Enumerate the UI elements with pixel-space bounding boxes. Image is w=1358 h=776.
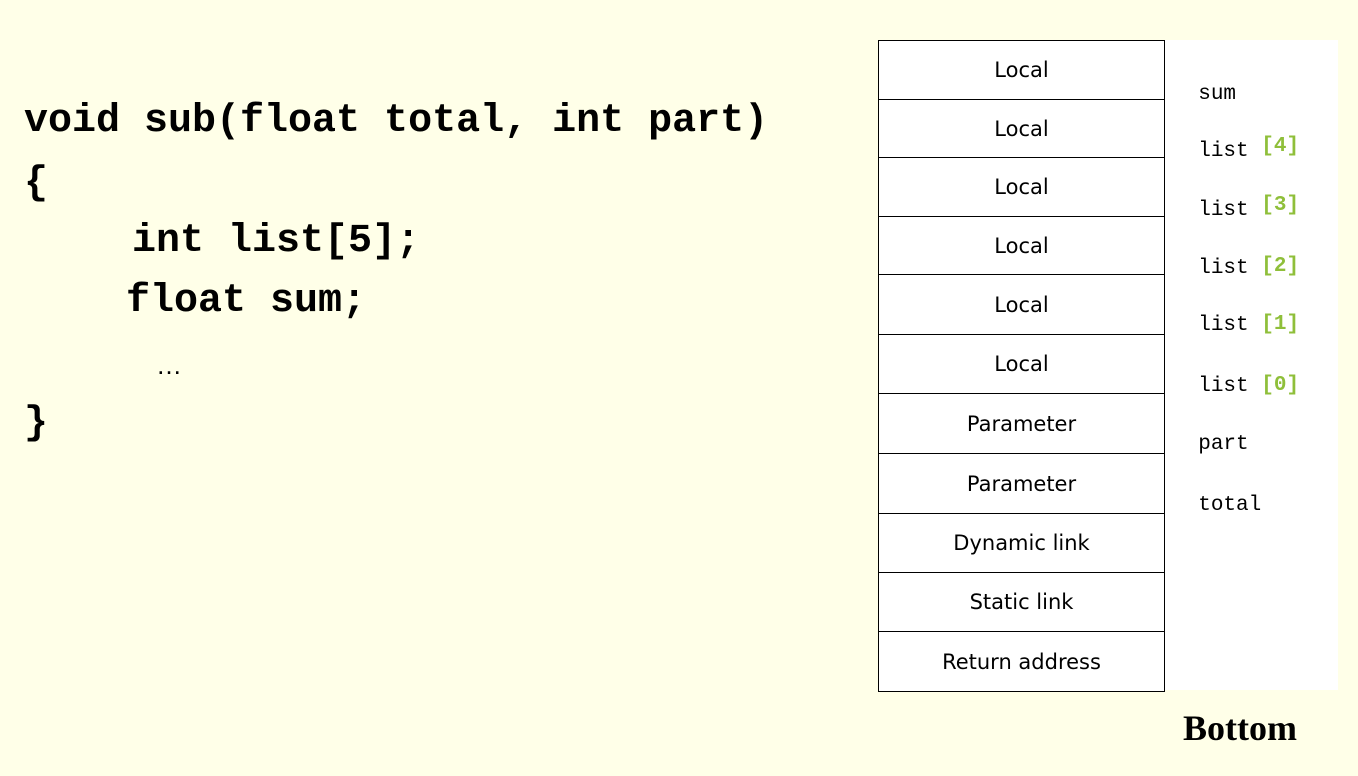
label-index: [3] [1261, 194, 1300, 217]
label-name: list [1198, 375, 1249, 398]
label-total: total [1173, 474, 1261, 516]
label-name: part [1198, 433, 1249, 456]
code-list-declaration: int list[5]; [132, 219, 421, 264]
label-list-0: list [0] [1173, 355, 1299, 397]
label-sum: sum [1173, 63, 1236, 105]
label-name: total [1198, 494, 1262, 517]
label-index: [2] [1261, 255, 1300, 278]
code-open-brace: { [24, 161, 49, 206]
code-signature-line: void sub(float total, int part) [24, 99, 769, 144]
label-name: list [1198, 140, 1249, 163]
stack-bottom-label: Bottom [1183, 708, 1297, 748]
label-index: [0] [1261, 374, 1300, 397]
stack-cell-local-list0: Local [878, 335, 1165, 394]
label-name: sum [1198, 83, 1237, 106]
stack-cell-return-address: Return address [878, 632, 1165, 692]
label-name: list [1198, 314, 1249, 337]
label-index: [1] [1261, 313, 1300, 336]
label-list-3: list [3] [1173, 179, 1299, 221]
label-part: part [1173, 413, 1249, 456]
code-sum-declaration: float sum; [126, 279, 367, 324]
label-index: [4] [1261, 135, 1300, 158]
stack-cell-local-sum: Local [878, 41, 1165, 100]
stack-cell-local-list1: Local [878, 275, 1165, 335]
stack-cell-local-list3: Local [878, 158, 1165, 217]
label-name: list [1198, 257, 1249, 280]
label-list-2: list [2] [1173, 237, 1299, 279]
stack-cell-dynamic-link: Dynamic link [878, 514, 1165, 573]
stack-cell-parameter-total: Parameter [878, 454, 1165, 514]
label-name: list [1198, 199, 1249, 222]
code-close-brace: } [24, 401, 49, 446]
stack-cell-static-link: Static link [878, 573, 1165, 632]
stack-cell-local-list2: Local [878, 217, 1165, 275]
stack-cell-parameter-part: Parameter [878, 394, 1165, 454]
stack-cell-local-list4: Local [878, 100, 1165, 158]
code-ellipsis: … [156, 350, 182, 380]
label-list-4: list [4] [1173, 120, 1299, 162]
activation-record-stack: Local Local Local Local Local Local Para… [878, 40, 1165, 692]
label-list-1: list [1] [1173, 294, 1299, 336]
